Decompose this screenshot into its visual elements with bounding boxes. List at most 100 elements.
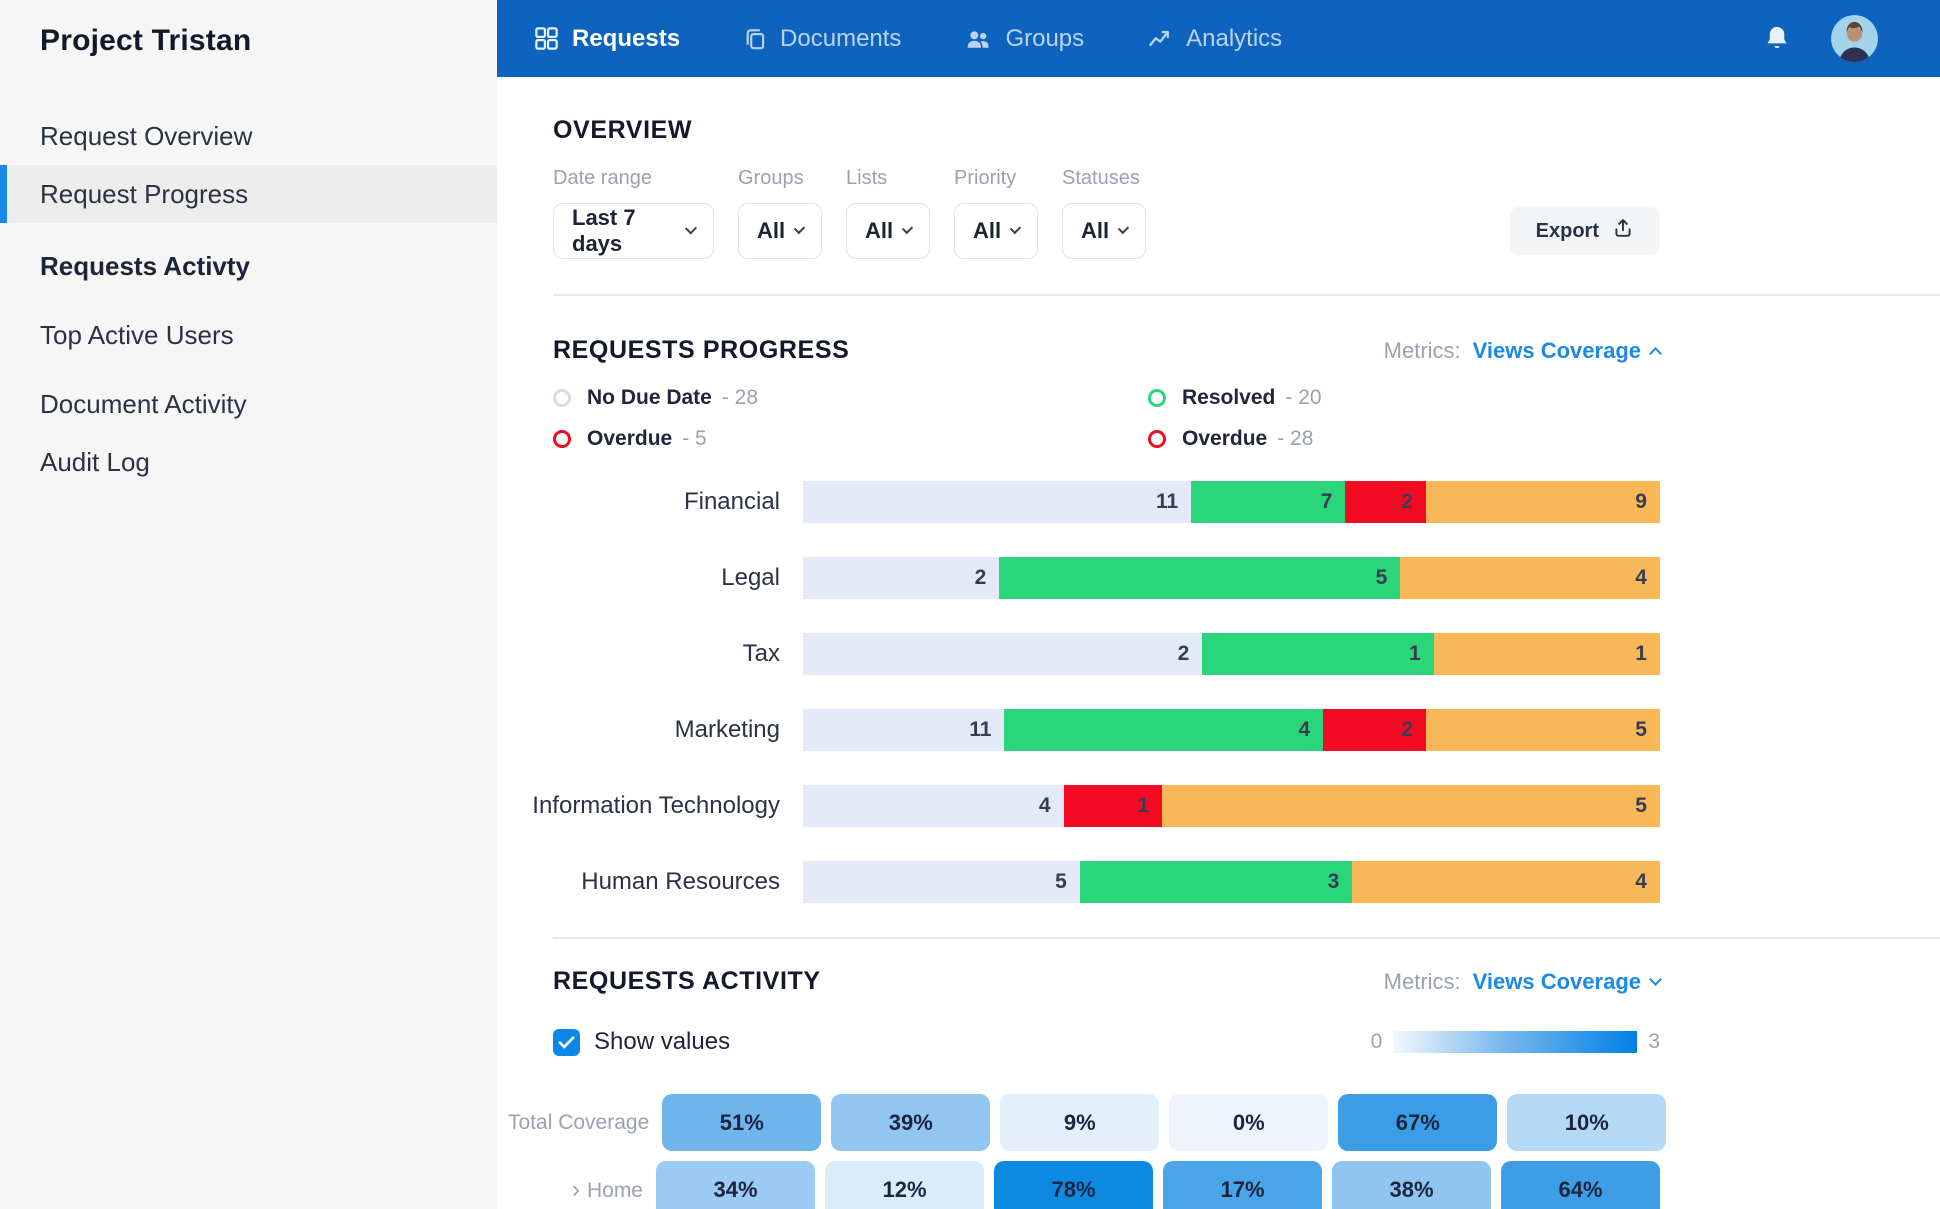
filter-groups: Groups All <box>738 167 822 259</box>
groups-dropdown[interactable]: All <box>738 203 822 259</box>
export-upload-icon <box>1612 217 1634 245</box>
lists-dropdown[interactable]: All <box>846 203 930 259</box>
bar-category-label: Information Technology <box>508 792 780 820</box>
heatmap-row-home: › Home 34%12%78%17%38%64% <box>553 1161 1660 1209</box>
legend-item-overdue[interactable]: Overdue- 28 <box>1148 427 1660 451</box>
legend-item-no-due-date[interactable]: No Due Date- 28 <box>553 386 1148 410</box>
bell-icon[interactable] <box>1763 24 1791 54</box>
grid-icon <box>533 25 560 52</box>
bar-row-information-technology: Information Technology415 <box>553 785 1660 827</box>
tab-analytics[interactable]: Analytics <box>1146 25 1282 53</box>
heatmap-row-label-text: Home <box>587 1179 643 1202</box>
filter-lists: Lists All <box>846 167 930 259</box>
bar-track: 254 <box>803 557 1660 599</box>
show-values-label[interactable]: Show values <box>594 1028 730 1056</box>
requests-progress-section: REQUESTS PROGRESS Metrics: Views Coverag… <box>553 336 1940 903</box>
nav-tabs: Requests Documents Groups Analytics <box>533 25 1282 53</box>
priority-dropdown[interactable]: All <box>954 203 1038 259</box>
heatmap-cell: 38% <box>1332 1161 1491 1209</box>
user-avatar[interactable] <box>1831 15 1878 62</box>
tab-label: Groups <box>1005 25 1084 53</box>
bar-category-label: Tax <box>508 640 780 668</box>
bar-track: 11 7 2 9 <box>803 481 1660 523</box>
legend-label: No Due Date <box>587 386 712 410</box>
bar-segment-no-due-date: 4 <box>803 785 1064 827</box>
tab-requests[interactable]: Requests <box>533 25 680 53</box>
export-label: Export <box>1536 220 1599 243</box>
analytics-icon <box>1146 26 1174 52</box>
bar-segment-value: 9 <box>1635 490 1647 514</box>
sidebar-item-request-progress[interactable]: Request Progress <box>0 165 497 223</box>
sidebar-item-audit-log[interactable]: Audit Log <box>0 433 497 491</box>
progress-metrics: Metrics: Views Coverage <box>1384 338 1660 364</box>
bar-segment-value: 1 <box>1137 794 1149 818</box>
export-button[interactable]: Export <box>1510 207 1660 255</box>
chevron-up-icon <box>1649 347 1662 360</box>
tab-documents[interactable]: Documents <box>742 25 901 53</box>
sidebar-item-document-activity[interactable]: Document Activity <box>0 375 497 433</box>
filters-row: Date rangeLast 7 daysGroupsAllListsAllPr… <box>553 167 1660 259</box>
legend-marker <box>1148 389 1166 407</box>
chevron-down-icon <box>1118 223 1129 234</box>
heatmap-cell: 12% <box>825 1161 984 1209</box>
legend-value: - 20 <box>1285 386 1321 410</box>
project-title: Project Tristan <box>0 0 497 58</box>
sidebar-item-requests-activty[interactable]: Requests Activty <box>0 237 497 295</box>
filter-label: Groups <box>738 167 822 190</box>
legend-marker <box>1148 430 1166 448</box>
chevron-down-icon <box>1649 973 1662 986</box>
filter-label: Lists <box>846 167 930 190</box>
heatmap-row-total-coverage: Total Coverage51%39%9%0%67%10% <box>553 1094 1660 1151</box>
bar-segment-no-due-date: 11 <box>803 481 1191 523</box>
metrics-views-coverage-link[interactable]: Views Coverage <box>1473 969 1660 995</box>
main-content: OVERVIEW Date rangeLast 7 daysGroupsAllL… <box>497 77 1940 1209</box>
bar-segment-value: 7 <box>1321 490 1333 514</box>
heatmap-cells: 34%12%78%17%38%64% <box>656 1161 1660 1209</box>
chevron-down-icon <box>902 223 913 234</box>
legend-label: Overdue <box>1182 427 1267 451</box>
sidebar: Project Tristan Request OverviewRequest … <box>0 0 497 1209</box>
scale-max-label: 3 <box>1648 1030 1660 1054</box>
chevron-down-icon <box>1010 223 1021 234</box>
metrics-views-coverage-link[interactable]: Views Coverage <box>1473 338 1660 364</box>
heatmap-cell: 78% <box>994 1161 1153 1209</box>
bar-track: 534 <box>803 861 1660 903</box>
chevron-down-icon <box>685 222 697 234</box>
heatmap-cell: 10% <box>1507 1094 1666 1151</box>
nav-right <box>1763 15 1878 62</box>
heatmap-cell: 9% <box>1000 1094 1159 1151</box>
date-range-dropdown[interactable]: Last 7 days <box>553 203 714 259</box>
legend-item-overdue[interactable]: Overdue- 5 <box>553 427 1148 451</box>
heatmap-cell: 39% <box>831 1094 990 1151</box>
heatmap-row-label[interactable]: › Home <box>508 1176 656 1204</box>
tab-label: Requests <box>572 25 680 53</box>
activity-controls: Show values 0 3 <box>553 1028 1660 1056</box>
dropdown-value: All <box>973 218 1001 244</box>
filter-statuses: StatusesAll <box>1062 167 1146 259</box>
bar-segment-overdue-total: 9 <box>1426 481 1660 523</box>
sidebar-item-top-active-users[interactable]: Top Active Users <box>0 306 497 364</box>
bar-segment-value: 2 <box>1401 490 1413 514</box>
bar-segment-value: 5 <box>1635 718 1647 742</box>
statuses-dropdown[interactable]: All <box>1062 203 1146 259</box>
bar-segment-value: 4 <box>1299 718 1311 742</box>
chevron-right-icon: › <box>572 1176 580 1203</box>
show-values-checkbox[interactable] <box>553 1029 580 1056</box>
overview-section: OVERVIEW Date rangeLast 7 daysGroupsAllL… <box>553 116 1940 259</box>
sidebar-item-request-overview[interactable]: Request Overview <box>0 107 497 165</box>
bar-segment-resolved: 5 <box>999 557 1400 599</box>
tab-label: Analytics <box>1186 25 1282 53</box>
bar-category-label: Human Resources <box>508 868 780 896</box>
scale-gradient <box>1393 1031 1637 1053</box>
bar-segment-overdue-total: 4 <box>1400 557 1660 599</box>
bar-segment-no-due-date: 11 <box>803 709 1004 751</box>
progress-legend: No Due Date- 28Resolved- 20Overdue- 5Ove… <box>553 386 1660 451</box>
bar-track: 211 <box>803 633 1660 675</box>
bar-segment-value: 2 <box>975 566 987 590</box>
tab-label: Documents <box>780 25 901 53</box>
requests-activity-title: REQUESTS ACTIVITY <box>553 967 821 996</box>
chevron-down-icon <box>794 223 805 234</box>
legend-item-resolved[interactable]: Resolved- 20 <box>1148 386 1660 410</box>
legend-marker <box>553 389 571 407</box>
tab-groups[interactable]: Groups <box>963 25 1084 53</box>
